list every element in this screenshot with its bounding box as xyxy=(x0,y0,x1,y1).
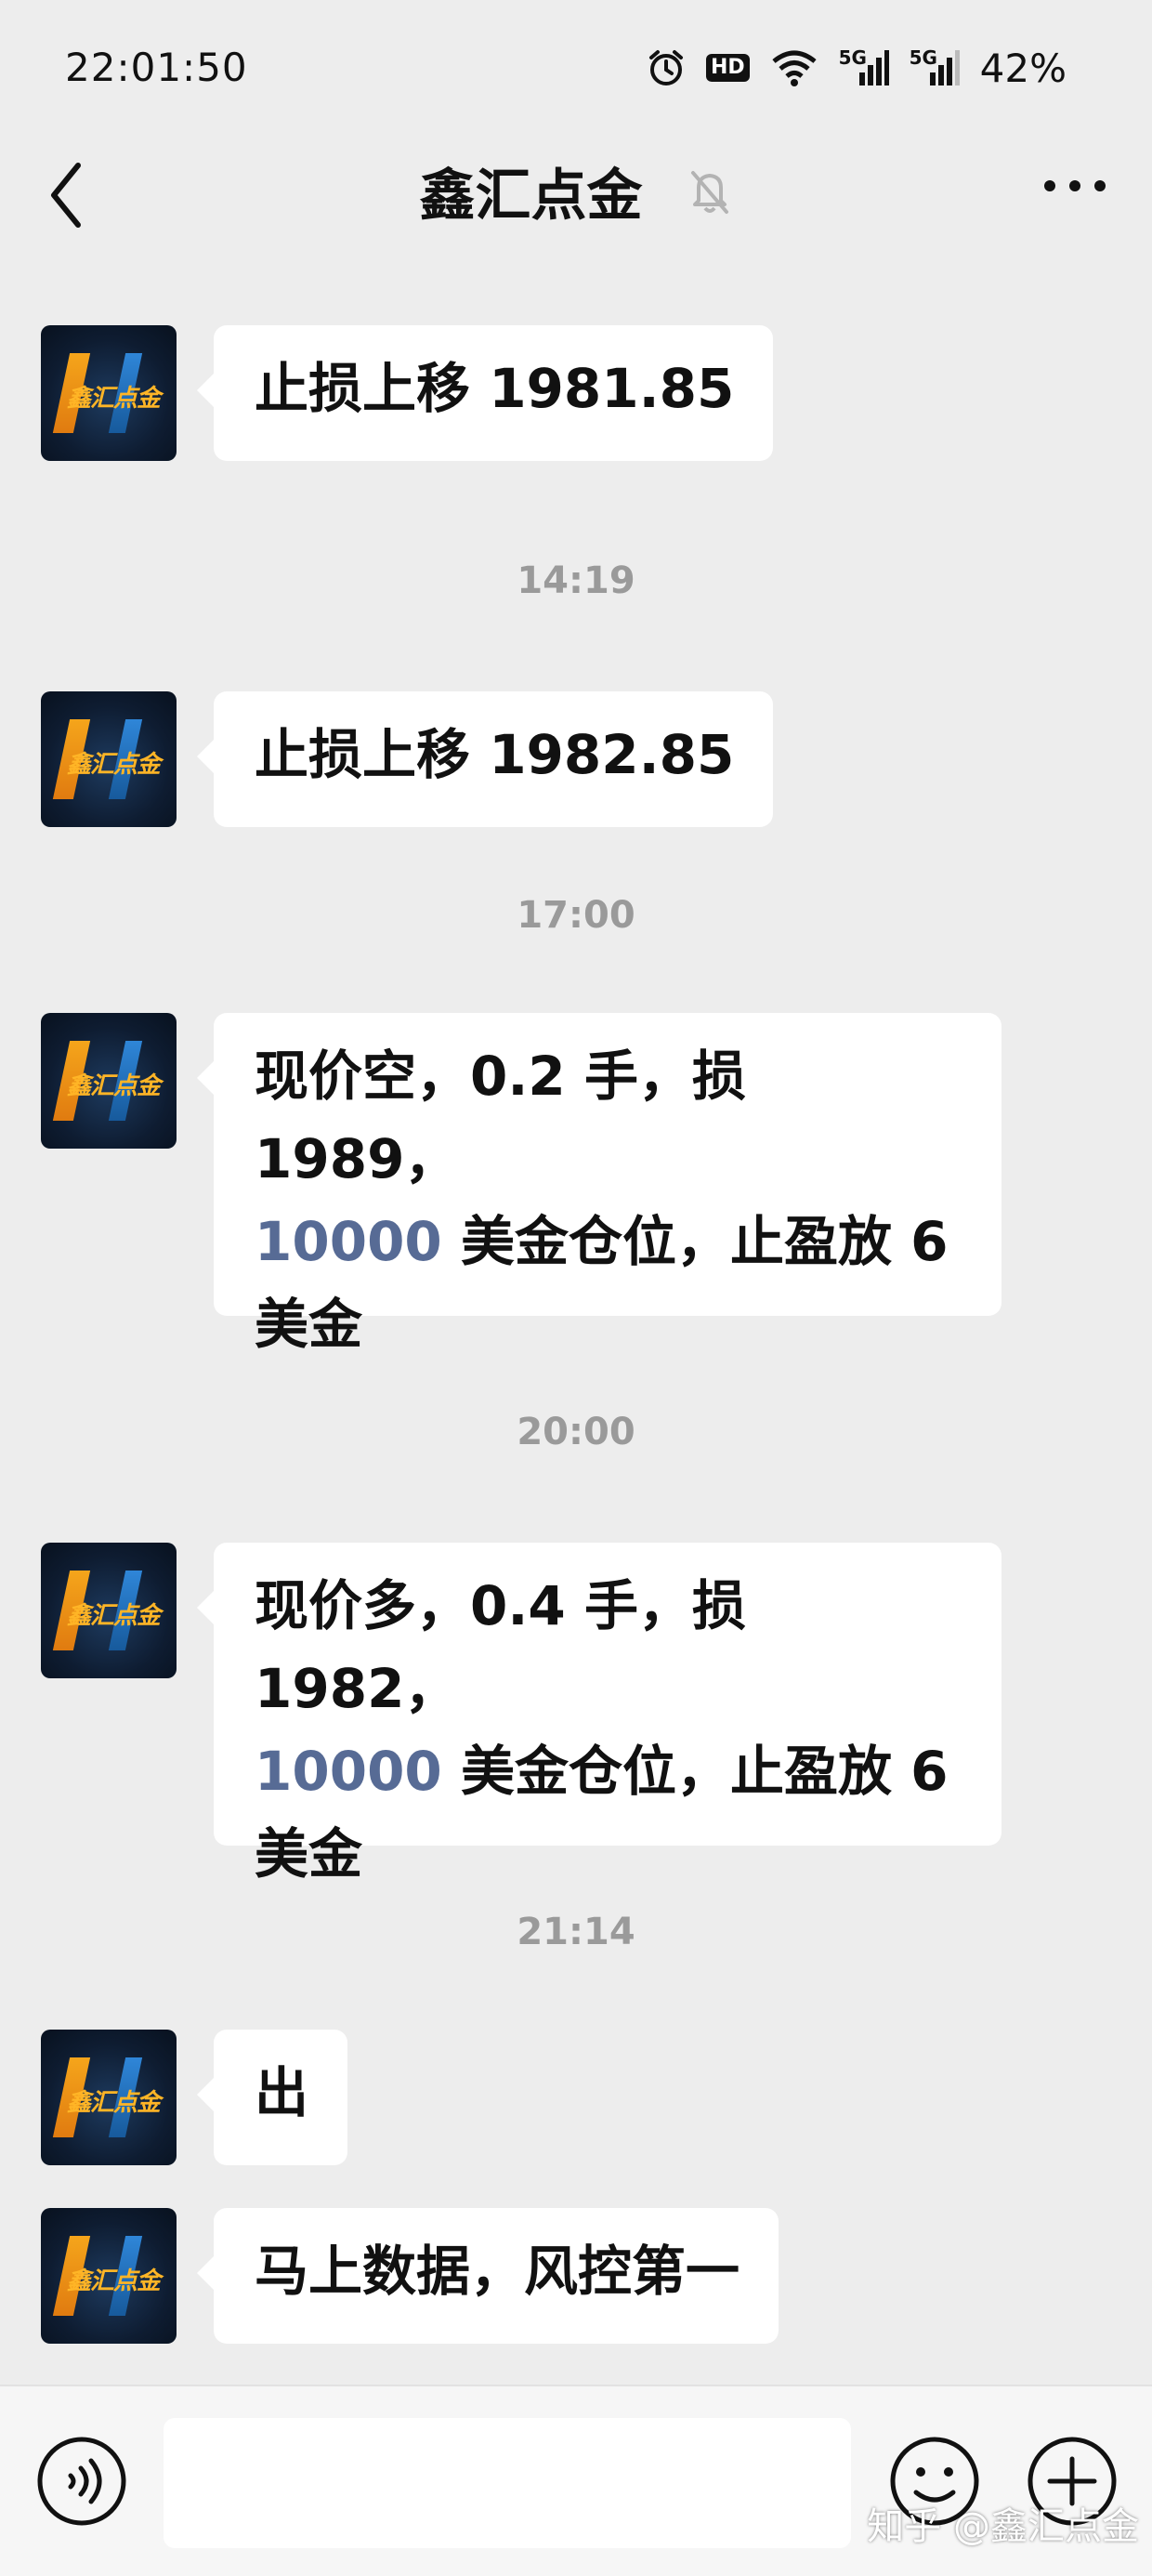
hd-badge: HD xyxy=(705,54,750,82)
message-bubble[interactable]: 现价多，0.4 手，损 1982， 10000 美金仓位，止盈放 6 美金 xyxy=(197,1543,1001,1886)
chat-screen: 22:01:50 HD 5G 5G 42% 鑫汇点金 鑫汇点金 止损上移 198… xyxy=(0,0,1152,2576)
message-text: 出 xyxy=(255,2061,309,2124)
avatar[interactable]: 鑫汇点金 xyxy=(41,2208,177,2344)
message-text: 马上数据，风控第一 xyxy=(255,2240,740,2303)
status-icons: HD 5G 5G 42% xyxy=(647,45,1067,91)
phone-number-link[interactable]: 10000 xyxy=(255,1740,442,1803)
voice-icon[interactable] xyxy=(35,2435,128,2528)
message-input[interactable] xyxy=(164,2418,851,2548)
message-bubble[interactable]: 止损上移 1982.85 xyxy=(196,691,774,827)
avatar-logo-text: 鑫汇点金 xyxy=(67,2089,161,2117)
avatar[interactable]: 鑫汇点金 xyxy=(41,1013,177,1149)
watermark: 知乎 @鑫汇点金 xyxy=(867,2505,1139,2548)
status-bar: 22:01:50 HD 5G 5G 42% xyxy=(0,0,1152,130)
message-text: 现价多，0.4 手，损 1982， xyxy=(255,1574,746,1720)
message-bubble[interactable]: 马上数据，风控第一 xyxy=(196,2208,779,2344)
avatar-logo-text: 鑫汇点金 xyxy=(67,751,161,779)
message-bubble[interactable]: 止损上移 1981.85 xyxy=(196,325,774,461)
avatar-logo-text: 鑫汇点金 xyxy=(67,1072,161,1100)
avatar-logo-text: 鑫汇点金 xyxy=(67,385,161,413)
wifi-icon xyxy=(772,50,817,86)
phone-number-link[interactable]: 10000 xyxy=(255,1210,442,1273)
nav-bar: 鑫汇点金 xyxy=(0,130,1152,260)
message-timestamp: 20:00 xyxy=(517,1411,635,1453)
message-text: 现价空，0.2 手，损 1989， xyxy=(255,1045,746,1190)
message-timestamp: 17:00 xyxy=(517,894,635,937)
avatar[interactable]: 鑫汇点金 xyxy=(41,2030,177,2165)
alarm-icon xyxy=(648,50,683,85)
message-text: 美金 xyxy=(255,1293,363,1356)
avatar-logo-text: 鑫汇点金 xyxy=(67,1602,161,1630)
avatar-logo-text: 鑫汇点金 xyxy=(67,2267,161,2295)
message-text: 止损上移 1981.85 xyxy=(255,357,735,420)
chat-title[interactable]: 鑫汇点金 xyxy=(420,151,643,231)
message-text: 美金 xyxy=(255,1822,363,1886)
message-text: 止损上移 1982.85 xyxy=(255,723,735,786)
avatar[interactable]: 鑫汇点金 xyxy=(41,1543,177,1678)
battery-level: 42% xyxy=(979,45,1067,91)
message-bubble[interactable]: 出 xyxy=(196,2030,348,2165)
message-text: 美金仓位，止盈放 6 xyxy=(441,1210,949,1273)
input-bar: 知乎 @鑫汇点金 xyxy=(0,2385,1152,2576)
signal-icon-2: 5G xyxy=(910,46,960,87)
message-text: 美金仓位，止盈放 6 xyxy=(441,1740,949,1803)
message-bubble[interactable]: 现价空，0.2 手，损 1989， 10000 美金仓位，止盈放 6 美金 xyxy=(197,1013,1001,1356)
header: 鑫汇点金 xyxy=(0,151,1152,231)
avatar[interactable]: 鑫汇点金 xyxy=(41,325,177,461)
signal-icon: 5G xyxy=(839,46,889,87)
mute-bell-icon xyxy=(691,170,729,214)
message-timestamp: 14:19 xyxy=(517,559,635,602)
avatar[interactable]: 鑫汇点金 xyxy=(41,691,177,827)
status-time: 22:01:50 xyxy=(65,45,248,90)
more-icon[interactable] xyxy=(1042,177,1107,195)
message-timestamp: 21:14 xyxy=(517,1911,635,1953)
